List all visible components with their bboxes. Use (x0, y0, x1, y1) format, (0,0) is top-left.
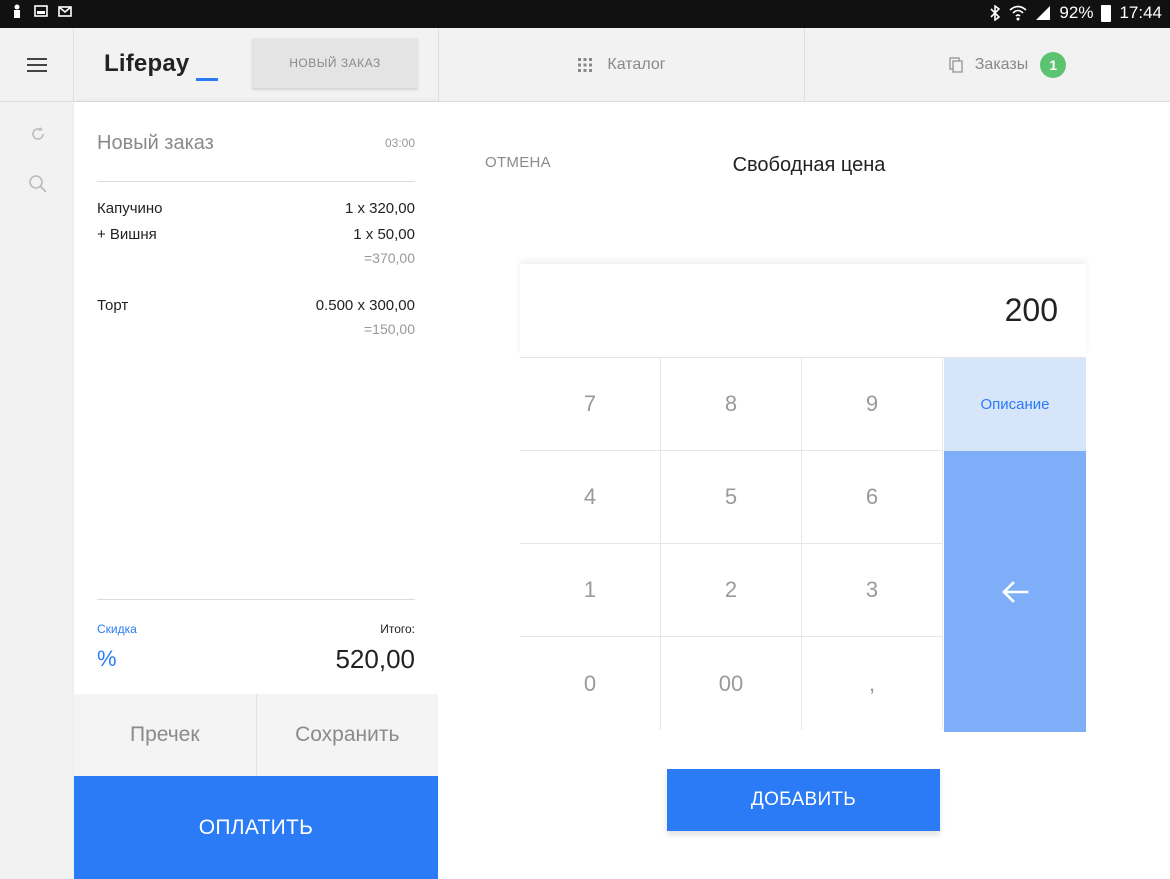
bluetooth-icon (990, 5, 1001, 21)
brand-logo: Lifepay (104, 50, 190, 77)
key-2[interactable]: 2 (661, 544, 802, 637)
search-button[interactable] (24, 170, 52, 198)
order-timer: 03:00 (384, 136, 415, 150)
image-icon (34, 5, 48, 17)
item-name: Капучино (97, 200, 163, 217)
arrow-left-icon (1002, 580, 1029, 603)
order-line-item[interactable]: + Вишня 1 x 50,00 =370,00 (97, 226, 415, 270)
notification-icons (10, 4, 72, 18)
brand-cursor (196, 78, 218, 81)
item-name: Торт (97, 297, 129, 314)
key-4[interactable]: 4 (520, 451, 661, 544)
order-actions: Пречек Сохранить (74, 694, 438, 776)
item-subtotal: =370,00 (364, 250, 415, 266)
key-9[interactable]: 9 (802, 358, 943, 451)
mail-icon (58, 6, 72, 17)
divider (97, 181, 415, 182)
key-3[interactable]: 3 (802, 544, 943, 637)
key-5[interactable]: 5 (661, 451, 802, 544)
save-button[interactable]: Сохранить (255, 694, 439, 776)
precheck-button[interactable]: Пречек (74, 694, 256, 776)
total-value: 520,00 (335, 644, 415, 674)
item-name: + Вишня (97, 226, 157, 243)
clock: 17:44 (1119, 3, 1162, 22)
tab-new-order[interactable]: НОВЫЙ ЗАКАЗ (252, 38, 418, 88)
description-button[interactable]: Описание (944, 358, 1086, 451)
refresh-button[interactable] (24, 120, 52, 148)
grid-icon (578, 58, 593, 72)
item-subtotal: =150,00 (364, 321, 415, 337)
wifi-icon (1009, 5, 1027, 21)
divider (97, 599, 415, 600)
tab-orders-label: Заказы (974, 56, 1029, 73)
tab-orders[interactable]: Заказы 1 (804, 28, 1170, 102)
search-icon (29, 175, 47, 193)
key-0[interactable]: 0 (520, 637, 661, 730)
left-rail (0, 102, 74, 879)
order-line-item[interactable]: Капучино 1 x 320,00 (97, 200, 415, 220)
item-qty-price: 0.500 x 300,00 (315, 297, 415, 314)
item-qty-price: 1 x 50,00 (353, 226, 415, 243)
battery-icon (1101, 4, 1112, 22)
app-header: Lifepay НОВЫЙ ЗАКАЗ Каталог Заказы 1 (0, 28, 1170, 102)
tab-catalog-label: Каталог (607, 56, 666, 73)
discount-button[interactable]: % (97, 646, 117, 672)
key-00[interactable]: 00 (661, 637, 802, 730)
cancel-button[interactable]: ОТМЕНА (485, 154, 551, 171)
amount-value: 200 (1004, 292, 1058, 328)
free-price-panel: Свободная цена ОТМЕНА 200 7 8 9 4 5 6 1 … (438, 102, 1170, 879)
menu-button[interactable] (0, 28, 74, 102)
tab-catalog[interactable]: Каталог (438, 28, 804, 102)
total-label: Итого: (380, 622, 415, 636)
key-7[interactable]: 7 (520, 358, 661, 451)
status-bar: 92% 17:44 (0, 0, 1170, 28)
item-qty-price: 1 x 320,00 (344, 200, 415, 217)
pay-button[interactable]: ОПЛАТИТЬ (74, 776, 438, 879)
order-title: Новый заказ (97, 132, 214, 154)
hamburger-icon (26, 58, 47, 72)
app-root: 92% 17:44 Lifepay НОВЫЙ ЗАКАЗ Каталог За… (0, 0, 1170, 879)
key-1[interactable]: 1 (520, 544, 661, 637)
add-button[interactable]: ДОБАВИТЬ (667, 769, 940, 831)
person-icon (14, 4, 20, 18)
copy-icon (949, 57, 963, 73)
numeric-keypad: 7 8 9 4 5 6 1 2 3 0 00 , Описание (520, 358, 1086, 732)
refresh-icon (32, 127, 44, 140)
amount-display: 200 (520, 264, 1086, 358)
key-6[interactable]: 6 (802, 451, 943, 544)
orders-count-badge: 1 (1040, 52, 1067, 78)
signal-icon (1036, 6, 1051, 20)
order-panel: Новый заказ 03:00 Капучино 1 x 320,00 + … (74, 102, 438, 879)
key-8[interactable]: 8 (661, 358, 802, 451)
key-comma[interactable]: , (802, 637, 943, 730)
discount-label[interactable]: Скидка (97, 622, 137, 636)
battery-percent: 92% (1059, 3, 1094, 22)
backspace-button[interactable] (944, 451, 1086, 732)
order-line-item[interactable]: Торт 0.500 x 300,00 =150,00 (97, 297, 415, 341)
system-status: 92% 17:44 (989, 3, 1162, 23)
